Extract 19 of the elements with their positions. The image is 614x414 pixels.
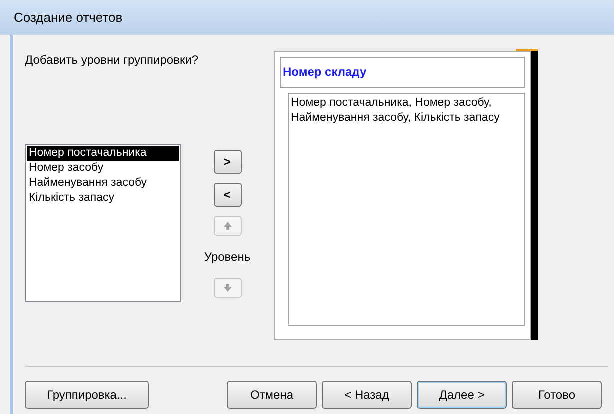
dialog-button[interactable]: < Назад [322, 381, 412, 409]
field-item[interactable]: Номер засобу [27, 161, 106, 176]
dialog-button[interactable]: Отмена [227, 381, 317, 409]
detail-text: Номер постачальника, Номер засобу, Найменування засобу, Кількість запасу [291, 96, 501, 126]
up-arrow-icon [222, 220, 234, 232]
prompt-text: Добавить уровни группировки? [25, 52, 200, 69]
field-item[interactable]: Найменування засобу [27, 176, 150, 191]
field-item[interactable]: Номер постачальника [27, 146, 179, 161]
move-button[interactable]: < [214, 183, 242, 207]
window-title: Создание отчетов [14, 8, 123, 27]
field-item[interactable]: Кількість запасу [27, 191, 117, 206]
level-label: Уровень [204, 249, 251, 266]
down-arrow-icon [222, 282, 234, 294]
move-button[interactable]: > [214, 150, 242, 174]
group-header-text: Номер складу [283, 65, 367, 79]
dialog-button[interactable]: Далее > [417, 381, 507, 409]
dialog-button[interactable]: Готово [512, 381, 602, 409]
field-list[interactable]: Номер постачальника Номер засобу Найменування засобу Кількість запасу [25, 144, 181, 302]
dialog-button[interactable]: Группировка... [25, 381, 149, 409]
